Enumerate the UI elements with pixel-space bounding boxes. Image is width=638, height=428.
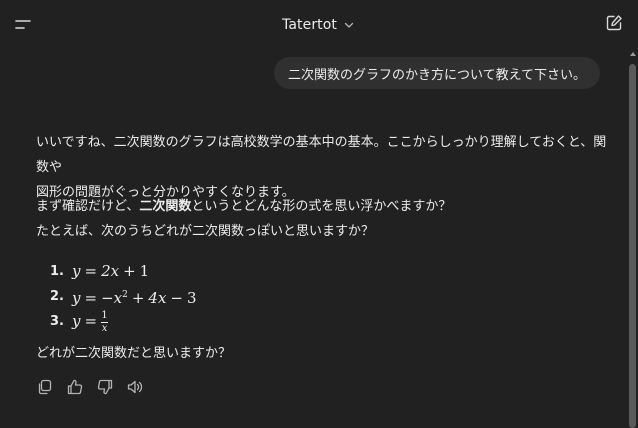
- model-selector[interactable]: Tatertot: [282, 14, 355, 36]
- math-op: =: [84, 262, 98, 280]
- chat-window: Tatertot 二次関数のグラフのかき方について教えて下さい。 いいですね、二…: [0, 0, 638, 428]
- assistant-closing: どれが二次関数だと思いますか？: [36, 346, 232, 361]
- list-number: 3.: [50, 314, 64, 329]
- math-term: 2x: [101, 262, 120, 280]
- list-item: 2. y = −x2 +4x −3: [36, 284, 608, 309]
- list-item: 1. y = 2x +1: [36, 259, 608, 284]
- menu-button[interactable]: [12, 13, 36, 37]
- equation-2: y = −x2 +4x −3: [72, 283, 197, 311]
- assistant-paragraph-2: まず確認だけど、二次関数というとどんな形の式を思い浮かべますか？ たとえば、次の…: [36, 194, 608, 244]
- copy-icon: [38, 379, 52, 395]
- equation-list: 1. y = 2x +1 2. y = −x2 +4x −3 3. y = 1 x: [36, 259, 608, 334]
- fraction-denominator: x: [101, 322, 108, 334]
- new-chat-icon: [606, 15, 622, 31]
- new-chat-button[interactable]: [604, 13, 624, 33]
- math-op: +: [123, 262, 136, 280]
- math-op: +: [131, 288, 145, 307]
- user-message: 二次関数のグラフのかき方について教えて下さい。: [274, 57, 600, 89]
- list-item: 3. y = 1 x: [36, 309, 608, 334]
- paragraph-2-line-1: まず確認だけど、二次関数というとどんな形の式を思い浮かべますか？: [36, 194, 608, 219]
- chevron-down-icon: [344, 22, 354, 28]
- math-exponent: 2: [122, 289, 128, 300]
- paragraph-2-line-2: たとえば、次のうちどれが二次関数っぽいと思いますか？: [36, 224, 375, 239]
- math-op: −: [170, 288, 183, 307]
- equation-3: y = 1 x: [72, 309, 109, 334]
- equation-1: y = 2x +1: [72, 259, 149, 284]
- scroll-up-arrow[interactable]: [630, 52, 636, 56]
- speaker-icon: [127, 380, 143, 394]
- menu-icon: [15, 20, 31, 29]
- thumbs-down-button[interactable]: [96, 378, 114, 396]
- math-op: =: [84, 288, 98, 307]
- read-aloud-button[interactable]: [126, 378, 144, 396]
- thumbs-up-icon: [67, 379, 83, 395]
- math-term: 4x: [148, 288, 167, 307]
- paragraph-1-line-1: いいですね、二次関数のグラフは高校数学の基本中の基本。ここからしっかり理解してお…: [36, 135, 607, 175]
- message-actions: [36, 378, 144, 396]
- math-term: 1: [139, 262, 150, 280]
- app-title: Tatertot: [282, 17, 338, 33]
- scrollbar-thumb[interactable]: [629, 64, 636, 428]
- list-number: 1.: [50, 264, 64, 279]
- thumbs-down-icon: [97, 379, 113, 395]
- user-message-text: 二次関数のグラフのかき方について教えて下さい。: [288, 67, 586, 83]
- paragraph-2-suffix: というとどんな形の式を思い浮かべますか？: [191, 199, 452, 214]
- thumbs-up-button[interactable]: [66, 378, 84, 396]
- math-fraction: 1x: [101, 309, 109, 334]
- math-op: =: [84, 312, 98, 330]
- math-term: 3: [187, 288, 197, 307]
- copy-button[interactable]: [36, 378, 54, 396]
- paragraph-2-prefix: まず確認だけど、: [36, 199, 140, 214]
- paragraph-2-bold: 二次関数: [139, 199, 192, 214]
- list-number: 2.: [50, 289, 64, 304]
- fraction-numerator: 1: [101, 309, 108, 321]
- header: Tatertot: [0, 0, 638, 50]
- math-term: −x: [101, 288, 123, 307]
